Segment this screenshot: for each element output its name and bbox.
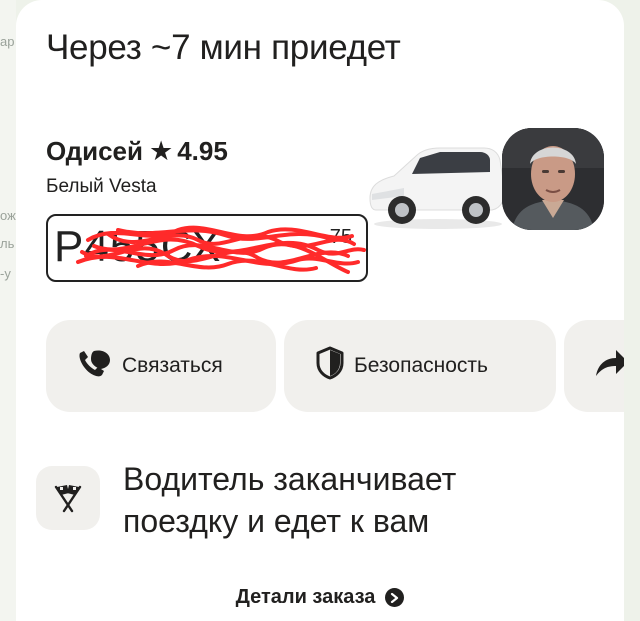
- driver-photo: [502, 128, 604, 230]
- contact-button[interactable]: Связаться: [46, 320, 276, 412]
- map-area: [0, 0, 16, 621]
- map-label: -у: [0, 266, 11, 281]
- chevron-right-circle-icon: [385, 588, 405, 607]
- star-icon: ★: [148, 136, 174, 166]
- share-button[interactable]: [564, 320, 624, 412]
- eta-headline: Через ~7 мин приедет: [46, 28, 401, 67]
- car-model: Белый Vesta: [46, 176, 157, 197]
- driver-rating: 4.95: [177, 136, 228, 166]
- driver-avatar[interactable]: [502, 128, 604, 230]
- order-details-link[interactable]: Детали заказа: [16, 586, 624, 609]
- map-label: ож: [0, 208, 16, 223]
- map-label: ар: [0, 34, 15, 49]
- shield-icon: [316, 346, 344, 386]
- status-message: Водитель заканчивает поездку и едет к ва…: [123, 461, 457, 539]
- order-details-label: Детали заказа: [235, 586, 376, 608]
- map-label: ль: [0, 236, 15, 251]
- phone-chat-icon: [76, 347, 112, 385]
- driver-name: Одисей: [46, 136, 143, 166]
- driver-info: Одисей ★ 4.95: [46, 136, 228, 167]
- order-sheet: Через ~7 мин приедет Одисей ★ 4.95 Белый…: [16, 0, 624, 621]
- share-arrow-icon: [594, 348, 624, 384]
- safety-button-label: Безопасность: [354, 354, 488, 377]
- plate-scribble-overlay: [76, 225, 366, 274]
- car-image: [369, 147, 505, 229]
- contact-button-label: Связаться: [122, 354, 223, 377]
- status-icon-tile: [36, 466, 100, 530]
- finish-flags-icon: [54, 485, 82, 513]
- license-plate: Р455СХ 75: [46, 214, 368, 282]
- safety-button[interactable]: Безопасность: [284, 320, 556, 412]
